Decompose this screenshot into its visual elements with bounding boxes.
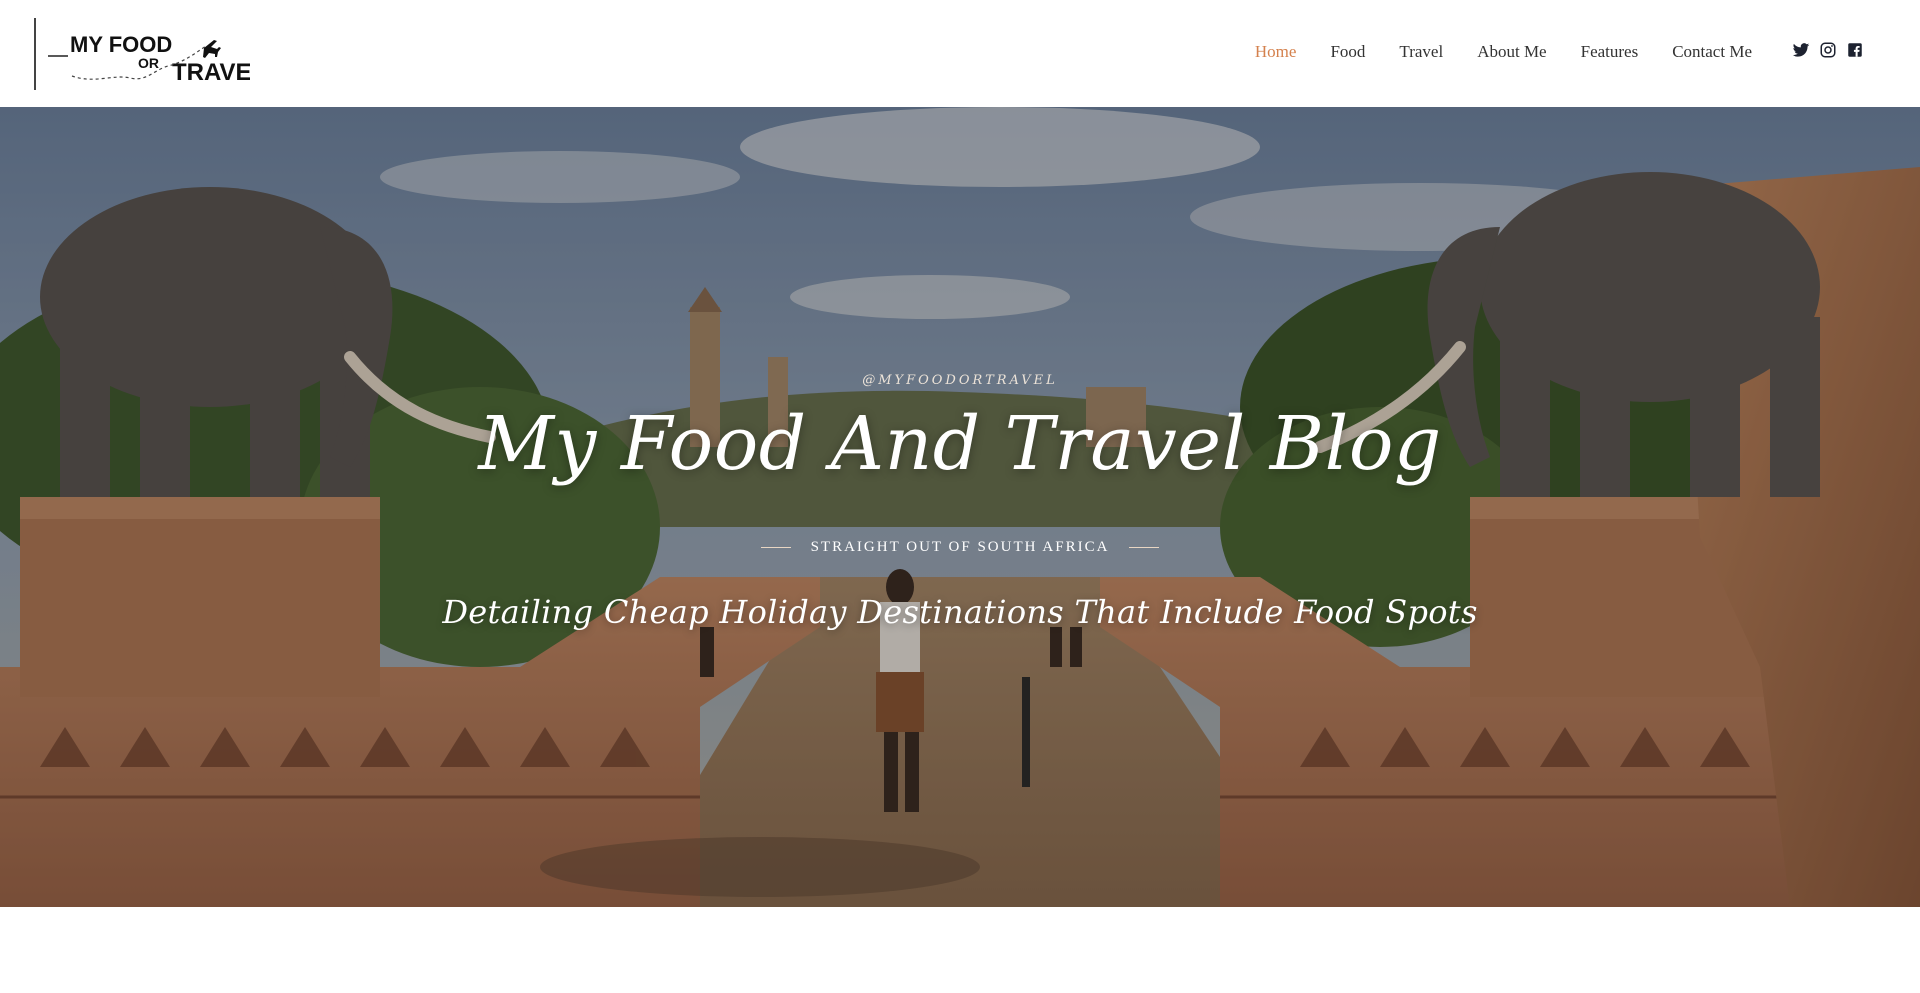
site-logo[interactable]: MY FOOD OR TRAVEL	[34, 16, 250, 92]
hero-subtitle: Detailing Cheap Holiday Destinations Tha…	[442, 593, 1478, 631]
nav-item-contact-me[interactable]: Contact Me	[1672, 42, 1752, 62]
twitter-icon[interactable]	[1792, 41, 1810, 59]
hero-tagline-row: STRAIGHT OUT OF SOUTH AFRICA	[0, 539, 1920, 556]
facebook-icon[interactable]	[1846, 41, 1864, 59]
hero-content: @MYFOODORTRAVEL My Food And Travel Blog …	[0, 107, 1920, 907]
nav-item-features[interactable]: Features	[1581, 42, 1639, 62]
nav-item-about-me[interactable]: About Me	[1477, 42, 1546, 62]
instagram-icon[interactable]	[1819, 41, 1837, 59]
hero-tagline: STRAIGHT OUT OF SOUTH AFRICA	[810, 539, 1110, 555]
logo-text-or: OR	[138, 55, 159, 71]
tagline-divider-left	[760, 547, 791, 548]
main-nav: Home Food Travel About Me Features Conta…	[1255, 38, 1752, 66]
logo-text-line2: TRAVEL	[172, 59, 250, 86]
tagline-divider-right	[1129, 547, 1160, 548]
nav-item-home[interactable]: Home	[1255, 42, 1297, 62]
hero-banner: @MYFOODORTRAVEL My Food And Travel Blog …	[0, 107, 1920, 907]
hero-title: My Food And Travel Blog	[478, 401, 1442, 487]
social-links	[1792, 38, 1864, 62]
logo-text-line1: MY FOOD	[70, 32, 172, 57]
nav-item-travel[interactable]: Travel	[1399, 42, 1443, 62]
hero-handle: @MYFOODORTRAVEL	[862, 373, 1058, 388]
logo-graphic: MY FOOD OR TRAVEL	[34, 18, 250, 90]
site-header: MY FOOD OR TRAVEL Home Food Travel About…	[0, 0, 1920, 107]
nav-item-food[interactable]: Food	[1330, 42, 1365, 62]
